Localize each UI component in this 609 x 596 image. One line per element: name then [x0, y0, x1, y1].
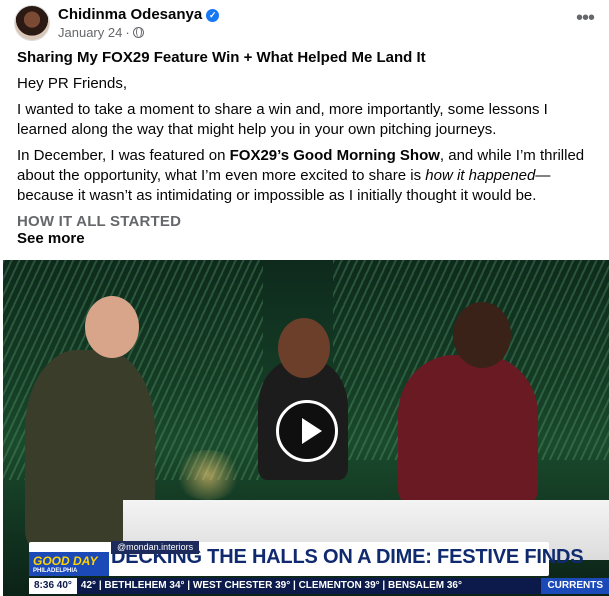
ticker-time-value: 8:36	[34, 580, 55, 591]
guest-woman	[398, 355, 538, 505]
instagram-handle: @mondan.interiors	[111, 541, 200, 554]
more-options-icon[interactable]: •••	[571, 8, 599, 36]
show-logo-name: GOOD DAY	[33, 554, 98, 568]
ticker-text: 42° | BETHLEHEM 34° | WEST CHESTER 39° |…	[80, 580, 462, 591]
host-man-head	[85, 296, 139, 358]
show-logo: GOOD DAY PHILADELPHIA	[29, 552, 109, 576]
see-more-link[interactable]: See more	[17, 230, 85, 247]
candle-glow	[173, 450, 243, 500]
globe-icon[interactable]	[132, 27, 144, 38]
greeting: Hey PR Friends,	[17, 75, 128, 92]
play-icon[interactable]	[276, 400, 338, 462]
post-date[interactable]: January 24	[58, 25, 122, 40]
ticker-temp: 40°	[56, 580, 72, 591]
paragraph-2: In December, I was featured on FOX29’s G…	[17, 146, 599, 206]
ticker-currents: CURRENTS	[541, 578, 609, 594]
guest-woman-head	[453, 302, 511, 368]
author-name[interactable]: Chidinma Odesanya ✓	[58, 6, 220, 23]
how-it-happened-italic: how it happened	[425, 167, 536, 184]
video-player[interactable]: DECKING THE HALLS ON A DIME: FESTIVE FIN…	[3, 260, 609, 596]
post-header: Chidinma Odesanya ✓ January 24 · •••	[0, 0, 609, 44]
author-name-text[interactable]: Chidinma Odesanya	[58, 6, 202, 23]
news-ticker: 8:36 40° 42° | BETHLEHEM 34° | WEST CHEST…	[29, 578, 609, 594]
ticker-time: 8:36 40°	[29, 578, 77, 594]
paragraph-2-text: In December, I was featured on	[17, 147, 230, 164]
host-woman-head	[278, 318, 330, 378]
show-logo-city: PHILADELPHIA	[33, 568, 78, 574]
paragraph-1: I wanted to take a moment to share a win…	[17, 101, 548, 138]
post-title: Sharing My FOX29 Feature Win + What Help…	[17, 49, 426, 66]
post-body: Sharing My FOX29 Feature Win + What Help…	[17, 48, 599, 232]
section-heading: HOW IT ALL STARTED	[17, 213, 182, 230]
avatar[interactable]	[14, 5, 50, 41]
verified-badge-icon: ✓	[206, 9, 220, 22]
post-meta: January 24 ·	[58, 25, 144, 40]
meta-separator: ·	[125, 25, 130, 40]
show-name-bold: FOX29’s Good Morning Show	[229, 147, 440, 164]
